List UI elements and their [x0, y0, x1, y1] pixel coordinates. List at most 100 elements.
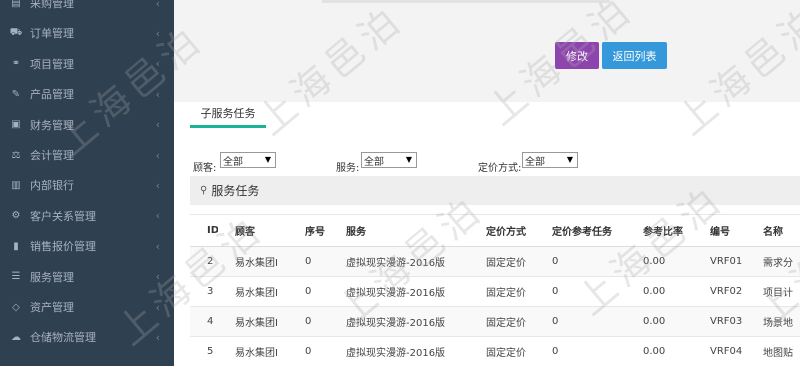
sidebar-item-label: 订单管理	[30, 27, 74, 41]
table-cell: 0	[535, 276, 626, 307]
chevron-left-icon: ‹	[155, 178, 160, 192]
sidebar-item[interactable]: ⚭ 项目管理 ‹	[0, 49, 174, 79]
sidebar-item[interactable]: ☰ 服务管理 ‹	[0, 262, 174, 292]
sidebar-item[interactable]: ⚖ 会计管理 ‹	[0, 140, 174, 170]
chevron-down-icon: ▼	[264, 155, 271, 164]
chevron-left-icon: ‹	[155, 239, 160, 253]
table-cell: 虚拟现实漫游-2016版	[329, 246, 469, 277]
product-icon: ✎	[11, 88, 21, 100]
column-header: 定价参考任务	[535, 214, 626, 247]
sidebar-item-label: 服务管理	[30, 270, 74, 284]
sidebar-item[interactable]: ⛟ 订单管理 ‹	[0, 18, 174, 48]
column-header: 参考比率	[626, 214, 693, 247]
sidebar-item[interactable]: ☁ 仓储物流管理 ‹	[0, 322, 174, 352]
table-cell: VRF02	[693, 276, 746, 307]
column-header: 服务	[329, 214, 469, 247]
table-cell: 固定定价	[469, 306, 535, 337]
table-cell: 0	[535, 306, 626, 337]
table-row[interactable]: 4 易水集团I 0 虚拟现实漫游-2016版 固定定价 0 0.00 VRF03 场景地	[190, 306, 800, 337]
pricing-filter-value: 全部	[525, 156, 545, 168]
pricing-filter-label: 定价方式:	[478, 163, 522, 174]
crm-icon: ⚙	[11, 210, 21, 222]
pricing-filter-select[interactable]: 全部 ▼	[522, 152, 578, 168]
chevron-left-icon: ‹	[155, 26, 160, 40]
back-to-list-button[interactable]: 返回列表	[602, 42, 667, 69]
service-filter-value: 全部	[364, 156, 384, 168]
table-cell: 0	[288, 306, 329, 337]
sidebar-item[interactable]: ▣ 财务管理 ‹	[0, 110, 174, 140]
table-cell: 虚拟现实漫游-2016版	[329, 306, 469, 337]
table-cell: 易水集团I	[218, 336, 288, 366]
service-tasks-section-header: ⚲ 服务任务	[190, 176, 800, 205]
sidebar-item-label: 采购管理	[30, 0, 74, 10]
customer-filter-select[interactable]: 全部 ▼	[220, 152, 276, 168]
column-header: 序号	[288, 214, 329, 247]
cart-icon: ▤	[11, 0, 21, 9]
sidebar-item[interactable]: ✎ 产品管理 ‹	[0, 79, 174, 109]
warehouse-icon: ☁	[11, 331, 21, 343]
chevron-left-icon: ‹	[155, 270, 160, 284]
project-icon: ⚭	[11, 58, 21, 70]
top-toolbar-area: 修改 返回列表	[174, 0, 800, 102]
sidebar-item-label: 销售报价管理	[30, 240, 96, 254]
table-cell: 固定定价	[469, 276, 535, 307]
sidebar-item-label: 财务管理	[30, 118, 74, 132]
sidebar-item-label: 项目管理	[30, 57, 74, 71]
top-input-edge	[322, 0, 610, 3]
section-title: 服务任务	[211, 184, 260, 198]
table-cell: 易水集团I	[218, 246, 288, 277]
chevron-down-icon: ▼	[405, 155, 412, 164]
bank-icon: ▥	[11, 179, 21, 191]
chevron-left-icon: ‹	[155, 87, 160, 101]
customer-filter-label: 顾客:	[193, 163, 217, 174]
table-cell: 虚拟现实漫游-2016版	[329, 336, 469, 366]
table-cell: 0.00	[626, 246, 693, 277]
table-row[interactable]: 2 易水集团I 0 虚拟现实漫游-2016版 固定定价 0 0.00 VRF01 需求分	[190, 246, 800, 277]
chevron-left-icon: ‹	[155, 300, 160, 314]
edit-button[interactable]: 修改	[555, 42, 599, 69]
table-cell: 2	[190, 246, 218, 277]
column-header: 定价方式	[469, 214, 535, 247]
sidebar-item[interactable]: ▮ 销售报价管理 ‹	[0, 231, 174, 261]
service-filter-label: 服务:	[336, 163, 360, 174]
sidebar-item[interactable]: ◇ 资产管理 ‹	[0, 292, 174, 322]
table-cell: 易水集团I	[218, 306, 288, 337]
table-cell: 地图贴	[746, 336, 800, 366]
sidebar-item[interactable]: ⚙ 客户关系管理 ‹	[0, 201, 174, 231]
table-header-row: ID 顾客 序号 服务 定价方式 定价参考任务 参考比率 编号 名称	[190, 214, 800, 247]
table-cell: 0	[288, 246, 329, 277]
chevron-left-icon: ‹	[155, 330, 160, 344]
service-icon: ☰	[11, 271, 21, 283]
table-cell: VRF01	[693, 246, 746, 277]
table-cell: VRF04	[693, 336, 746, 366]
column-header: 顾客	[218, 214, 288, 247]
service-filter-select[interactable]: 全部 ▼	[361, 152, 417, 168]
chevron-down-icon: ▼	[566, 155, 573, 164]
order-icon: ⛟	[9, 26, 23, 38]
chevron-left-icon: ‹	[155, 118, 160, 132]
sidebar-item-label: 资产管理	[30, 301, 74, 314]
sidebar-item[interactable]: ▥ 内部银行 ‹	[0, 170, 174, 200]
table-row[interactable]: 5 易水集团I 0 虚拟现实漫游-2016版 固定定价 0 0.00 VRF04 地图贴	[190, 336, 800, 366]
sidebar-item-label: 仓储物流管理	[30, 331, 96, 345]
table-cell: 易水集团I	[218, 276, 288, 307]
chevron-left-icon: ‹	[155, 148, 160, 162]
sidebar-item-label: 产品管理	[30, 88, 74, 102]
table-cell: 0.00	[626, 336, 693, 366]
chevron-left-icon: ‹	[155, 57, 160, 71]
table-cell: 0	[288, 276, 329, 307]
table-cell: 3	[190, 276, 218, 307]
main-content: 修改 返回列表 子服务任务 顾客: 全部 ▼ 服务: 全部 ▼ 定价方式: 全部…	[174, 0, 800, 366]
finance-icon: ▣	[11, 119, 21, 131]
tab-sub-service-tasks[interactable]: 子服务任务	[190, 100, 266, 128]
sidebar-item[interactable]: ▤ 采购管理 ‹	[0, 0, 174, 18]
column-header: ID	[190, 214, 218, 247]
table-row[interactable]: 3 易水集团I 0 虚拟现实漫游-2016版 固定定价 0 0.00 VRF02 项目计	[190, 276, 800, 307]
sidebar-item-label: 会计管理	[30, 149, 74, 162]
column-header: 名称	[746, 214, 800, 247]
table-cell: 0	[535, 336, 626, 366]
table-cell: 场景地	[746, 306, 800, 337]
table-cell: 4	[190, 306, 218, 337]
table-cell: VRF03	[693, 306, 746, 337]
chevron-left-icon: ‹	[155, 209, 160, 223]
